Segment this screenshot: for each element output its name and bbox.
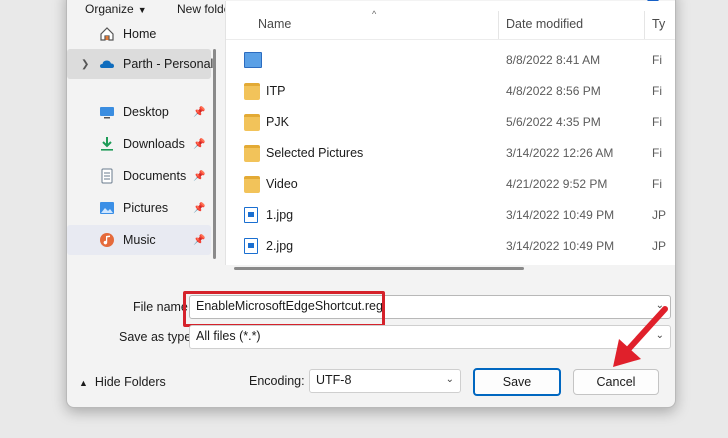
desktop-icon (100, 107, 114, 119)
pin-icon[interactable]: 📌 (193, 203, 205, 214)
nav-item-label: Downloads (123, 137, 185, 151)
encoding-select[interactable]: UTF-8 ⌄ (309, 369, 461, 393)
folder-icon (244, 114, 260, 131)
save-type-value: All files (*.*) (196, 329, 261, 343)
organize-label: Organize (85, 2, 134, 16)
pin-icon[interactable]: 📌 (193, 171, 205, 182)
file-type: Fi (652, 115, 662, 129)
caret-up-icon: ▲ (79, 378, 88, 388)
image-file-icon (244, 207, 258, 223)
file-row[interactable]: 2.jpg 3/14/2022 10:49 PM JP (226, 231, 666, 262)
column-divider[interactable] (498, 11, 499, 39)
folder-icon (244, 145, 260, 162)
file-row[interactable]: PJK 5/6/2022 4:35 PM Fi (226, 107, 666, 138)
save-button[interactable]: Save (473, 368, 561, 396)
nav-item-label: Pictures (123, 201, 169, 215)
nav-scrollbar[interactable] (213, 49, 216, 259)
encoding-value: UTF-8 (316, 373, 352, 387)
nav-item-label: Documents (123, 169, 187, 183)
pin-icon[interactable]: 📌 (193, 139, 205, 150)
file-date: 4/8/2022 8:56 PM (506, 84, 601, 98)
file-type: JP (652, 208, 667, 222)
nav-item-pictures[interactable]: Pictures 📌 (67, 193, 211, 223)
save-type-label: Save as type: (119, 330, 195, 344)
nav-item-label: Music (123, 233, 156, 247)
file-date: 3/14/2022 10:49 PM (506, 208, 615, 222)
nav-item-label: Parth - Personal (123, 57, 214, 71)
nav-item-music[interactable]: Music 📌 (67, 225, 211, 255)
file-name: Selected Pictures (266, 146, 364, 160)
organize-menu[interactable]: Organize ▼ (85, 2, 147, 16)
pin-icon[interactable]: 📌 (193, 107, 205, 118)
horizontal-scrollbar[interactable] (234, 267, 524, 270)
file-list: ^ Name Date modified Ty 8/8/2022 8:41 AM… (225, 1, 675, 270)
pin-icon[interactable]: 📌 (193, 235, 205, 246)
hide-folders-button[interactable]: ▲ Hide Folders (79, 375, 166, 389)
cancel-button[interactable]: Cancel (573, 369, 659, 395)
column-divider[interactable] (644, 11, 645, 39)
folder-icon (244, 83, 260, 100)
file-row[interactable]: ITP 4/8/2022 8:56 PM Fi (226, 76, 666, 107)
file-type: Fi (652, 177, 662, 191)
save-type-select[interactable]: All files (*.*) ⌄ (189, 325, 671, 349)
column-date-modified[interactable]: Date modified (506, 17, 583, 31)
file-name: Video (266, 177, 298, 191)
chevron-down-icon[interactable]: ⌄ (446, 374, 454, 385)
highlight-box (183, 291, 385, 327)
chevron-right-icon[interactable]: ❯ (81, 59, 89, 70)
navigation-pane: Home ❯ Parth - Personal Desktop 📌 Downlo… (67, 19, 223, 271)
column-header-row: ^ Name Date modified Ty (226, 1, 675, 40)
save-as-dialog: Organize▼ New folder ≡ ▼ ? Home ❯ Parth … (66, 0, 676, 408)
nav-item-onedrive[interactable]: ❯ Parth - Personal (67, 49, 214, 79)
chevron-down-icon: ▼ (137, 5, 147, 15)
file-type: Fi (652, 84, 662, 98)
file-row[interactable]: 1.jpg 3/14/2022 10:49 PM JP (226, 200, 666, 231)
file-type: Fi (652, 146, 662, 160)
registry-file-icon (244, 52, 262, 68)
folder-icon (244, 176, 260, 193)
file-date: 5/6/2022 4:35 PM (506, 115, 601, 129)
file-name: ITP (266, 84, 286, 98)
sort-up-icon: ^ (372, 9, 377, 19)
file-name: 2.jpg (266, 239, 294, 253)
file-date: 4/21/2022 9:52 PM (506, 177, 608, 191)
nav-item-documents[interactable]: Documents 📌 (67, 161, 211, 191)
encoding-label: Encoding: (249, 374, 305, 388)
hide-folders-label: Hide Folders (94, 375, 166, 389)
pictures-icon (100, 202, 114, 214)
column-type[interactable]: Ty (652, 17, 665, 31)
music-icon (100, 233, 114, 247)
file-date: 3/14/2022 12:26 AM (506, 146, 614, 160)
red-arrow-annotation (613, 306, 668, 367)
file-date: 8/8/2022 8:41 AM (506, 53, 601, 67)
file-name: 1.jpg (266, 208, 294, 222)
file-row[interactable]: 8/8/2022 8:41 AM Fi (226, 45, 666, 76)
file-name: PJK (266, 115, 289, 129)
nav-item-desktop[interactable]: Desktop 📌 (67, 97, 211, 127)
file-type: Fi (652, 53, 662, 67)
nav-item-downloads[interactable]: Downloads 📌 (67, 129, 211, 159)
onedrive-cloud-icon (100, 60, 114, 68)
downloads-icon (101, 137, 113, 151)
documents-icon (101, 168, 113, 184)
home-icon (100, 27, 114, 41)
file-type: JP (652, 239, 667, 253)
nav-item-label: Desktop (123, 105, 169, 119)
file-row[interactable]: Video 4/21/2022 9:52 PM Fi (226, 169, 666, 200)
nav-item-home[interactable]: Home (67, 19, 211, 49)
column-name[interactable]: Name (258, 17, 291, 31)
file-date: 3/14/2022 10:49 PM (506, 239, 615, 253)
image-file-icon (244, 238, 258, 254)
nav-item-label: Home (123, 27, 157, 41)
file-row[interactable]: Selected Pictures 3/14/2022 12:26 AM Fi (226, 138, 666, 169)
